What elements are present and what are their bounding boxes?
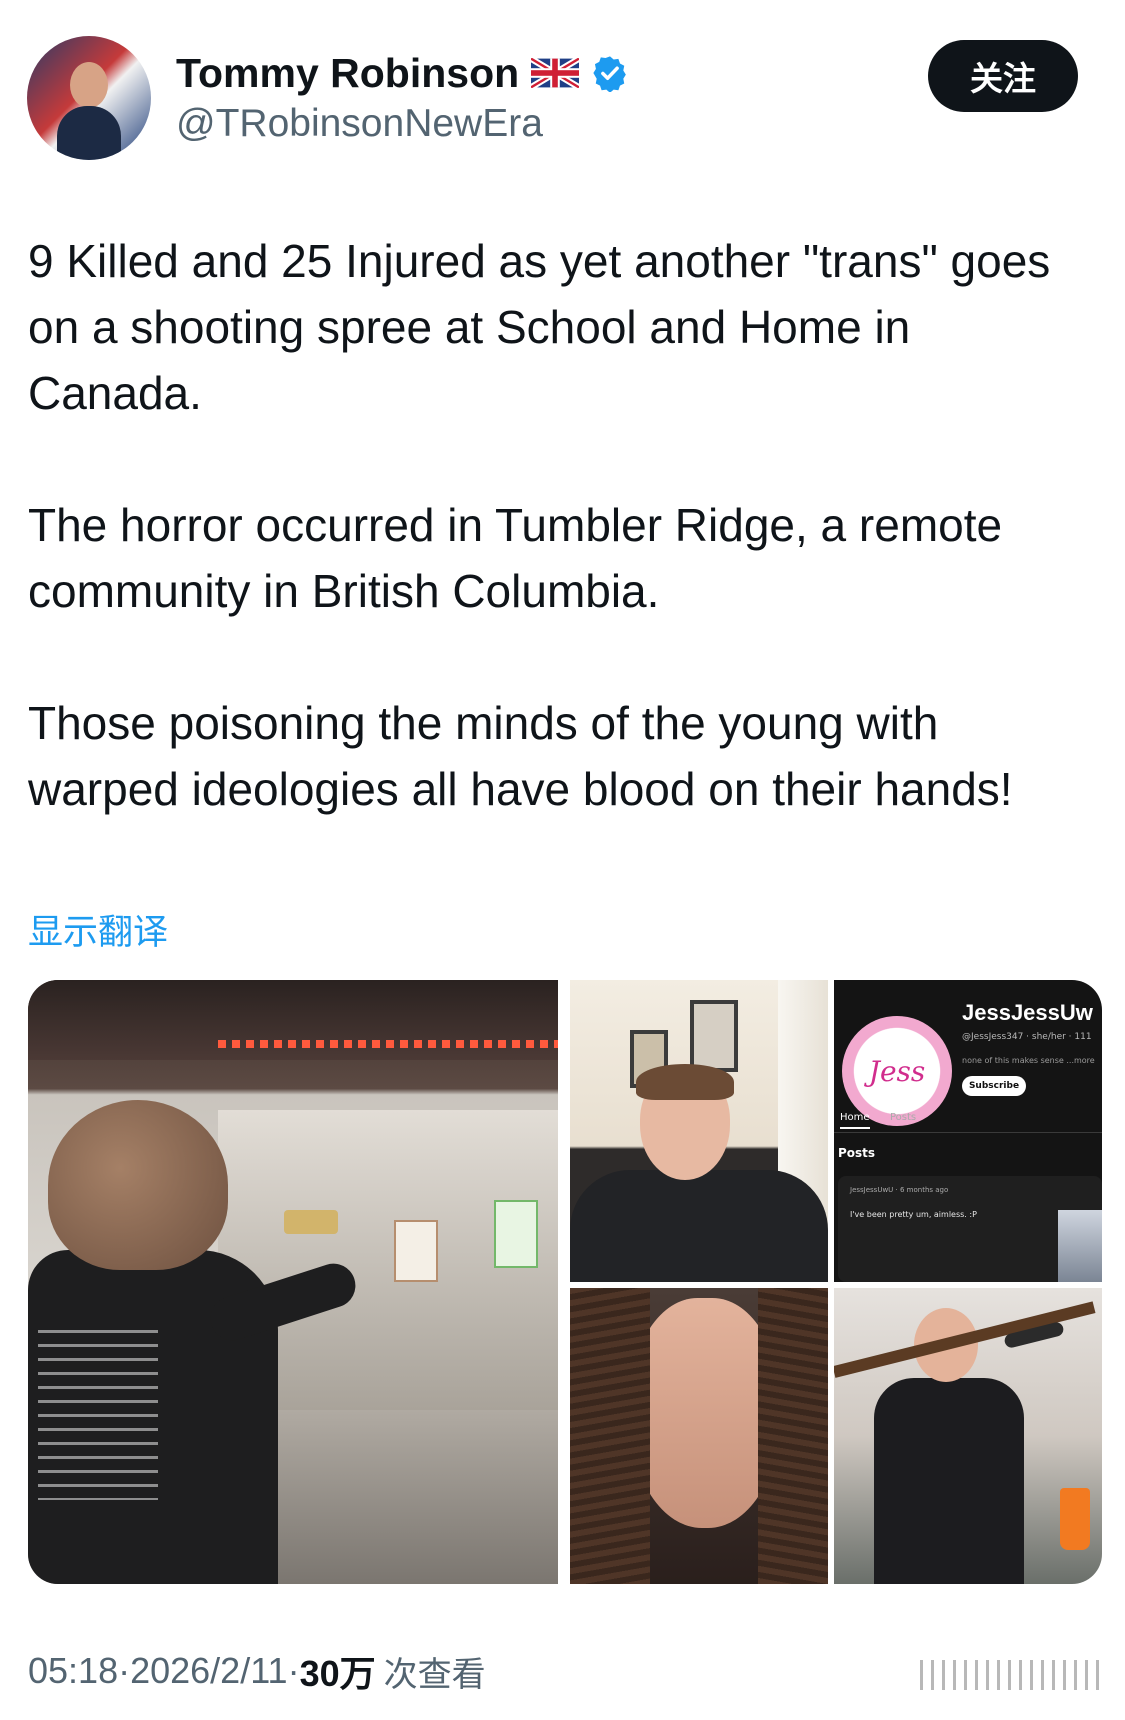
channel-meta: @JessJess347 · she/her · 111 (962, 1032, 1092, 1042)
tweet-text: 9 Killed and 25 Injured as yet another "… (28, 228, 1108, 822)
tweet-header: Tommy Robinson @TRobinsonNewEra 关注 (0, 0, 1125, 170)
media-grid: Jess JessJessUw @JessJess347 · she/her ·… (28, 980, 1102, 1584)
hoodie-print (38, 1330, 158, 1500)
pistol (284, 1210, 338, 1234)
tweet-paragraph: Those poisoning the minds of the young w… (28, 697, 1013, 815)
media-photo-portrait-room[interactable] (570, 980, 828, 1282)
tweet-meta-footer: 05:18 · 2026/2/11 · 30万 次查看 (28, 1646, 486, 1696)
post-meta: JessJessUwU · 6 months ago (850, 1186, 949, 1194)
tab-divider (834, 1132, 1102, 1133)
tweet-date[interactable]: 2026/2/11 (130, 1650, 287, 1692)
channel-name: JessJessUw (962, 1000, 1093, 1025)
meta-separator: · (287, 1650, 300, 1691)
media-photo-closeup-face[interactable] (570, 1288, 828, 1584)
community-post-card: JessJessUwU · 6 months ago I've been pre… (838, 1176, 1102, 1282)
follow-button[interactable]: 关注 (928, 40, 1078, 112)
tweet-paragraph: The horror occurred in Tumbler Ridge, a … (28, 499, 1003, 617)
watermark (920, 1660, 1100, 1690)
meta-separator: · (118, 1650, 131, 1691)
shooter-hair (48, 1100, 228, 1270)
channel-tab-posts: Posts (890, 1112, 917, 1123)
person-hair (636, 1064, 734, 1100)
person-hair (758, 1288, 828, 1584)
shooter-figure (28, 1100, 362, 1584)
drink-cup (1060, 1488, 1090, 1550)
views-count: 30万 (299, 1653, 376, 1694)
post-text: I've been pretty um, aimless. :P (850, 1210, 977, 1219)
author-display-name[interactable]: Tommy Robinson (176, 50, 519, 97)
wall-frame (690, 1000, 738, 1072)
avatar-head (70, 62, 108, 108)
author-avatar[interactable] (27, 36, 151, 160)
tweet-time[interactable]: 05:18 (28, 1650, 118, 1692)
uk-flag-icon (529, 55, 581, 91)
verified-badge-icon (591, 54, 629, 93)
tweet-paragraph: 9 Killed and 25 Injured as yet another "… (28, 235, 1051, 419)
media-photo-shooting-range[interactable] (28, 980, 558, 1584)
range-ceiling (28, 980, 558, 1060)
views-label: 次查看 (383, 1654, 486, 1695)
channel-avatar: Jess (842, 1016, 952, 1126)
person-shirt (570, 1170, 828, 1282)
person-hair (570, 1288, 650, 1584)
media-photo-profile-screenshot[interactable]: Jess JessJessUw @JessJess347 · she/her ·… (834, 980, 1102, 1282)
person-body (874, 1378, 1024, 1584)
subscribe-button: Subscribe (962, 1076, 1026, 1096)
paper-target (394, 1220, 438, 1282)
channel-description: none of this makes sense ...more (962, 1056, 1095, 1065)
range-ceiling-lights (218, 1040, 558, 1048)
paper-target (494, 1200, 538, 1268)
author-name-row: Tommy Robinson (176, 46, 629, 100)
media-photo-rifle[interactable] (834, 1288, 1102, 1584)
show-translation-link[interactable]: 显示翻译 (28, 904, 168, 955)
post-thumbnail (1058, 1210, 1102, 1282)
channel-tab-home: Home (840, 1112, 870, 1129)
author-handle[interactable]: @TRobinsonNewEra (176, 102, 543, 146)
posts-heading: Posts (838, 1146, 876, 1160)
avatar-shirt (57, 106, 121, 160)
